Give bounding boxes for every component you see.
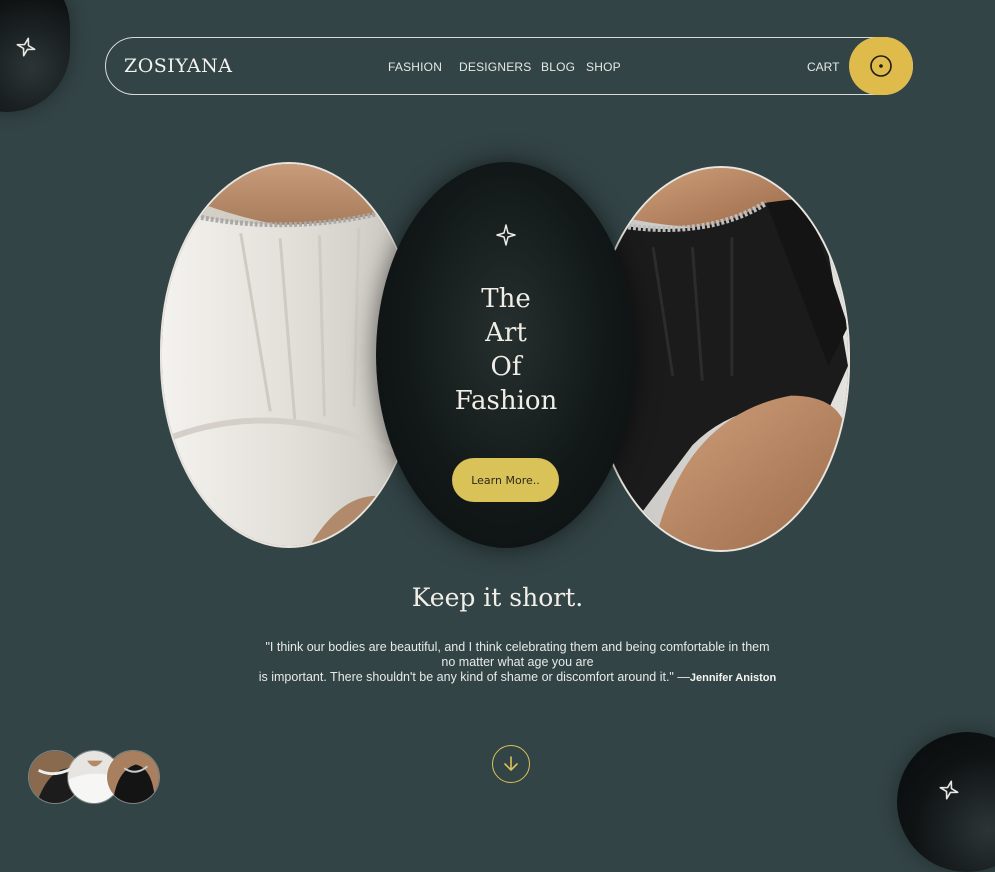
sparkle-star-icon <box>939 780 959 800</box>
nav-link-fashion[interactable]: FASHION <box>388 60 442 74</box>
hero-section: The Art Of Fashion Learn More.. <box>160 162 852 552</box>
hero-title-line: Art <box>485 318 527 348</box>
quote-line: is important. There shouldn't be any kin… <box>230 670 805 686</box>
arrow-down-icon <box>504 756 518 771</box>
cart-button[interactable] <box>849 37 913 95</box>
quote-line: no matter what age you are <box>441 655 594 669</box>
brand-logo[interactable]: ZOSIYANA <box>124 55 232 77</box>
corner-orb-top-left <box>0 0 70 112</box>
sparkle-star-icon <box>16 37 36 57</box>
nav-link-designers[interactable]: DESIGNERS <box>459 60 531 74</box>
scroll-down-button[interactable] <box>492 745 530 783</box>
quote-text: "I think our bodies are beautiful, and I… <box>230 640 805 686</box>
hero-title-line: Of <box>490 352 522 382</box>
hero-title: The Art Of Fashion <box>376 282 636 418</box>
hero-title-line: The <box>481 284 531 314</box>
thumbnail-3[interactable] <box>106 750 160 804</box>
cart-link[interactable]: CART <box>807 60 839 74</box>
quote-line: "I think our bodies are beautiful, and I… <box>265 640 770 654</box>
learn-more-button[interactable]: Learn More.. <box>452 458 559 502</box>
target-icon <box>870 55 892 77</box>
corner-orb-bottom-right <box>897 732 995 872</box>
sparkle-star-icon <box>496 224 516 246</box>
nav-link-blog[interactable]: BLOG <box>541 60 575 74</box>
nav-link-shop[interactable]: SHOP <box>586 60 621 74</box>
hero-title-line: Fashion <box>454 386 558 416</box>
quote-author: Jennifer Aniston <box>689 672 777 684</box>
quote-line-text: is important. There shouldn't be any kin… <box>258 670 690 684</box>
navbar: ZOSIYANA FASHION DESIGNERS BLOG SHOP CAR… <box>105 37 913 95</box>
hero-center-panel: The Art Of Fashion Learn More.. <box>376 162 636 548</box>
section-title: Keep it short. <box>411 583 584 612</box>
thumbnail-strip <box>28 750 160 804</box>
